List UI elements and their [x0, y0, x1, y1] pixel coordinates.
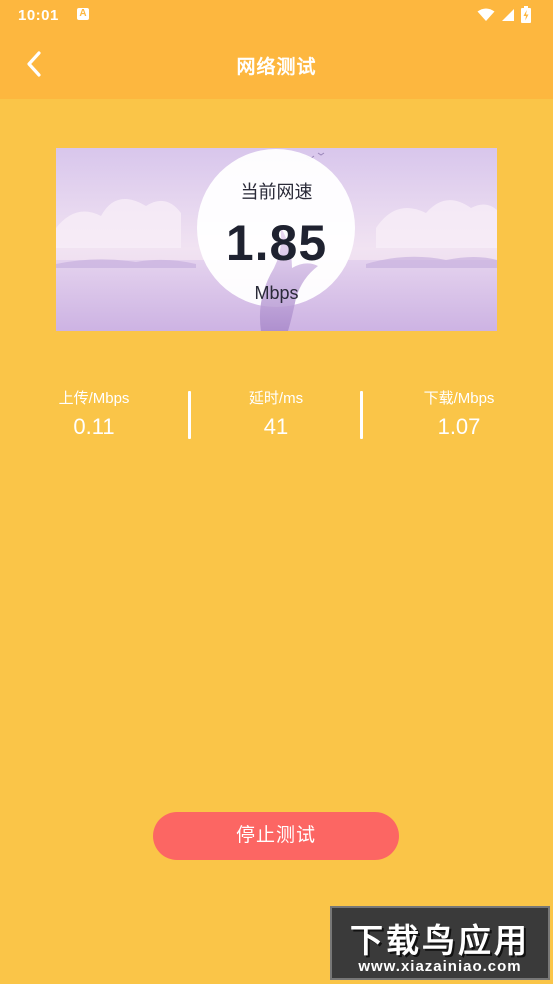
current-speed-unit: Mbps: [254, 283, 299, 303]
upload-value: 0.11: [73, 414, 115, 439]
status-bar: 10:01 A: [0, 0, 553, 30]
page-title: 网络测试: [236, 57, 317, 78]
download-label: 下载/Mbps: [423, 390, 495, 407]
latency-label: 延时/ms: [248, 390, 304, 407]
stop-test-button[interactable]: 停止测试: [153, 812, 399, 860]
a-letter-icon: A: [77, 8, 89, 20]
signal-icon: [502, 9, 514, 21]
upload-stat: 上传/Mbps 0.11: [14, 385, 174, 440]
status-time: 10:01: [18, 7, 59, 24]
current-speed-label: 当前网速: [240, 182, 313, 202]
latency-value: 41: [263, 414, 289, 439]
current-speed-value: 1.85: [225, 215, 328, 271]
latency-stat: 延时/ms 41: [196, 385, 356, 440]
watermark: 下载鸟应用 www.xiazainiao.com: [330, 906, 550, 980]
speed-banner: 当前网速 1.85 Mbps: [56, 148, 497, 331]
stat-divider: [188, 391, 191, 439]
battery-charging-icon: [521, 6, 531, 23]
download-value: 1.07: [437, 414, 481, 439]
stat-divider: [360, 391, 363, 439]
upload-label: 上传/Mbps: [58, 390, 130, 407]
stats-row: 上传/Mbps 0.11 延时/ms 41 下载/Mbps 1.07: [0, 385, 553, 445]
app-bar: 网络测试: [0, 30, 553, 99]
watermark-url: www.xiazainiao.com: [358, 958, 522, 975]
download-stat: 下载/Mbps 1.07: [379, 385, 539, 440]
wifi-icon: [477, 8, 495, 21]
watermark-title: 下载鸟应用: [350, 922, 530, 959]
